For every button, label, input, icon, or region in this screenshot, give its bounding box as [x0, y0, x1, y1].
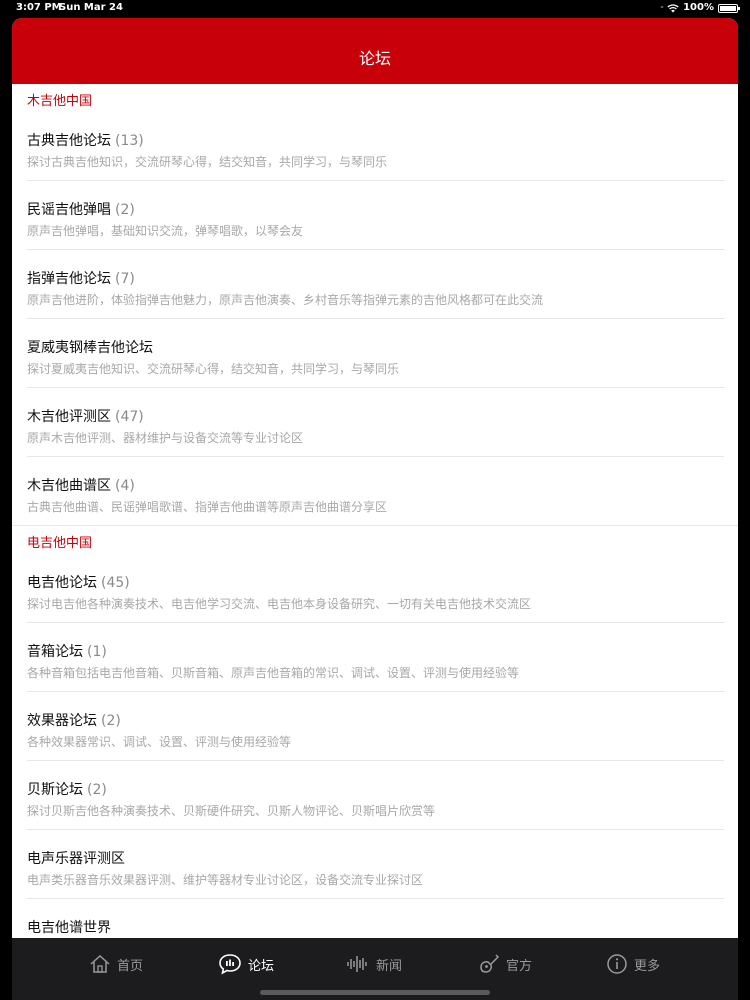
forum-title-line: 电吉他论坛 (45): [27, 574, 130, 592]
forum-title-line: 音箱论坛 (1): [27, 643, 107, 661]
navigation-bar: 论坛: [12, 18, 738, 84]
forum-name: 电声乐器评测区: [27, 851, 125, 867]
forum-post-count: (47): [115, 409, 144, 425]
status-bar: 3:07 PM Sun Mar 24 ·· 100%: [0, 0, 750, 16]
app-screen: 3:07 PM Sun Mar 24 ·· 100% 论坛 木吉他中国古典吉他论…: [0, 0, 750, 1000]
tab-label: 论坛: [248, 958, 275, 974]
forum-title-line: 木吉他评测区 (47): [27, 408, 144, 426]
info-icon: [606, 953, 628, 975]
page-title: 论坛: [358, 49, 391, 68]
forum-post-count: (13): [115, 133, 144, 149]
forum-post-count: (2): [115, 202, 135, 218]
battery-fill: [720, 5, 736, 11]
forum-post-count: (2): [87, 782, 107, 798]
tab-label: 更多: [634, 958, 661, 974]
forum-row[interactable]: 夏威夷钢棒吉他论坛探讨夏威夷吉他知识、交流研琴心得，结交知音，共同学习，与琴同乐: [12, 319, 738, 388]
forum-name: 电吉他论坛: [27, 575, 97, 591]
guitar-icon: [478, 953, 500, 975]
wifi-icon: [667, 3, 679, 12]
forum-row[interactable]: 民谣吉他弹唱 (2) 原声吉他弹唱，基础知识交流，弹琴唱歌，以琴会友: [12, 181, 738, 250]
forum-title-line: 电吉他谱世界: [27, 919, 115, 937]
forum-description: 古典吉他曲谱、民谣弹唱歌谱、指弹吉他曲谱等原声吉他曲谱分享区: [27, 500, 388, 514]
status-time: 3:07 PM: [16, 2, 62, 13]
forum-name: 民谣吉他弹唱: [27, 202, 111, 218]
forum-title-line: 贝斯论坛 (2): [27, 781, 107, 799]
forum-name: 贝斯论坛: [27, 782, 83, 798]
forum-row[interactable]: 木吉他曲谱区 (4) 古典吉他曲谱、民谣弹唱歌谱、指弹吉他曲谱等原声吉他曲谱分享区: [12, 457, 738, 526]
forum-post-count: (4): [115, 478, 135, 494]
forum-name: 效果器论坛: [27, 713, 97, 729]
tab-3[interactable]: 官方: [478, 952, 532, 976]
forum-name: 木吉他评测区: [27, 409, 111, 425]
forum-description: 探讨古典吉他知识，交流研琴心得，结交知音，共同学习，与琴同乐: [27, 155, 388, 169]
battery-icon: [718, 3, 740, 13]
forum-list[interactable]: 木吉他中国古典吉他论坛 (13) 探讨古典吉他知识，交流研琴心得，结交知音，共同学习…: [12, 84, 738, 938]
main-card: 论坛 木吉他中国古典吉他论坛 (13) 探讨古典吉他知识，交流研琴心得，结交知音，共…: [12, 18, 738, 1000]
forum-description: 各种效果器常识、调试、设置、评测与使用经验等: [27, 735, 292, 749]
forum-description: 各种音箱包括电吉他音箱、贝斯音箱、原声吉他音箱的常识、调试、设置、评测与使用经验…: [27, 666, 520, 680]
status-date: Sun Mar 24: [59, 2, 123, 13]
home-icon: [89, 953, 111, 975]
tab-0[interactable]: 首页: [89, 952, 143, 976]
forum-description: 探讨电吉他各种演奏技术、电吉他学习交流、电吉他本身设备研究、一切有关电吉他技术交…: [27, 597, 532, 611]
forum-description: 原声吉他进阶，体验指弹吉他魅力，原声吉他演奏、乡村音乐等指弹元素的吉他风格都可在…: [27, 293, 544, 307]
forum-title-line: 效果器论坛 (2): [27, 712, 121, 730]
forum-title-line: 夏威夷钢棒吉他论坛: [27, 339, 157, 357]
forum-description: 原声吉他弹唱，基础知识交流，弹琴唱歌，以琴会友: [27, 224, 304, 238]
sound-wave-icon: [346, 953, 370, 975]
forum-description: 探讨夏威夷吉他知识、交流研琴心得，结交知音，共同学习，与琴同乐: [27, 362, 400, 376]
forum-description: 原声木吉他评测、器材维护与设备交流等专业讨论区: [27, 431, 304, 445]
tab-label: 首页: [117, 958, 144, 974]
forum-row[interactable]: 指弹吉他论坛 (7) 原声吉他进阶，体验指弹吉他魅力，原声吉他演奏、乡村音乐等指弹元…: [12, 250, 738, 319]
forum-post-count: (45): [101, 575, 130, 591]
forum-name: 木吉他曲谱区: [27, 478, 111, 494]
forum-description: 探讨贝斯吉他各种演奏技术、贝斯硬件研究、贝斯人物评论、贝斯唱片欣赏等: [27, 804, 436, 818]
status-indicators: ·· 100%: [660, 0, 740, 16]
forum-row[interactable]: 音箱论坛 (1) 各种音箱包括电吉他音箱、贝斯音箱、原声吉他音箱的常识、调试、设置、…: [12, 623, 738, 692]
forum-row[interactable]: 电声乐器评测区电声类乐器音乐效果器评测、维护等器材专业讨论区，设备交流专业探讨区: [12, 830, 738, 899]
forum-chat-icon: [218, 953, 242, 975]
forum-title-line: 木吉他曲谱区 (4): [27, 477, 135, 495]
section-divider: [12, 525, 738, 526]
forum-row[interactable]: 古典吉他论坛 (13) 探讨古典吉他知识，交流研琴心得，结交知音，共同学习，与琴同乐: [12, 112, 738, 181]
forum-row[interactable]: 电吉他论坛 (45) 探讨电吉他各种演奏技术、电吉他学习交流、电吉他本身设备研究、一…: [12, 554, 738, 623]
forum-post-count: (7): [115, 271, 135, 287]
tab-4[interactable]: 更多: [606, 952, 660, 976]
forum-name: 音箱论坛: [27, 644, 83, 660]
tab-1[interactable]: 论坛: [218, 952, 274, 976]
forum-row[interactable]: 电吉他谱世界: [12, 899, 738, 938]
tab-label: 官方: [506, 958, 533, 974]
forum-title-line: 指弹吉他论坛 (7): [27, 270, 135, 288]
forum-name: 电吉他谱世界: [27, 920, 111, 936]
tab-2[interactable]: 新闻: [346, 952, 402, 976]
section-header: 电吉他中国: [27, 536, 93, 551]
forum-row[interactable]: 木吉他评测区 (47) 原声木吉他评测、器材维护与设备交流等专业讨论区: [12, 388, 738, 457]
forum-name: 指弹吉他论坛: [27, 271, 111, 287]
forum-name: 古典吉他论坛: [27, 133, 111, 149]
forum-title-line: 电声乐器评测区: [27, 850, 129, 868]
forum-post-count: (2): [101, 713, 121, 729]
signal-dots-icon: ··: [660, 3, 664, 12]
section-header: 木吉他中国: [27, 94, 93, 109]
battery-percent: 100%: [683, 2, 714, 13]
home-indicator[interactable]: [260, 990, 490, 995]
tab-label: 新闻: [376, 958, 403, 974]
forum-row[interactable]: 效果器论坛 (2) 各种效果器常识、调试、设置、评测与使用经验等: [12, 692, 738, 761]
forum-description: 电声类乐器音乐效果器评测、维护等器材专业讨论区，设备交流专业探讨区: [27, 873, 424, 887]
forum-row[interactable]: 贝斯论坛 (2) 探讨贝斯吉他各种演奏技术、贝斯硬件研究、贝斯人物评论、贝斯唱片欣赏…: [12, 761, 738, 830]
forum-title-line: 民谣吉他弹唱 (2): [27, 201, 135, 219]
forum-title-line: 古典吉他论坛 (13): [27, 132, 144, 150]
forum-name: 夏威夷钢棒吉他论坛: [27, 340, 153, 356]
forum-post-count: (1): [87, 644, 107, 660]
